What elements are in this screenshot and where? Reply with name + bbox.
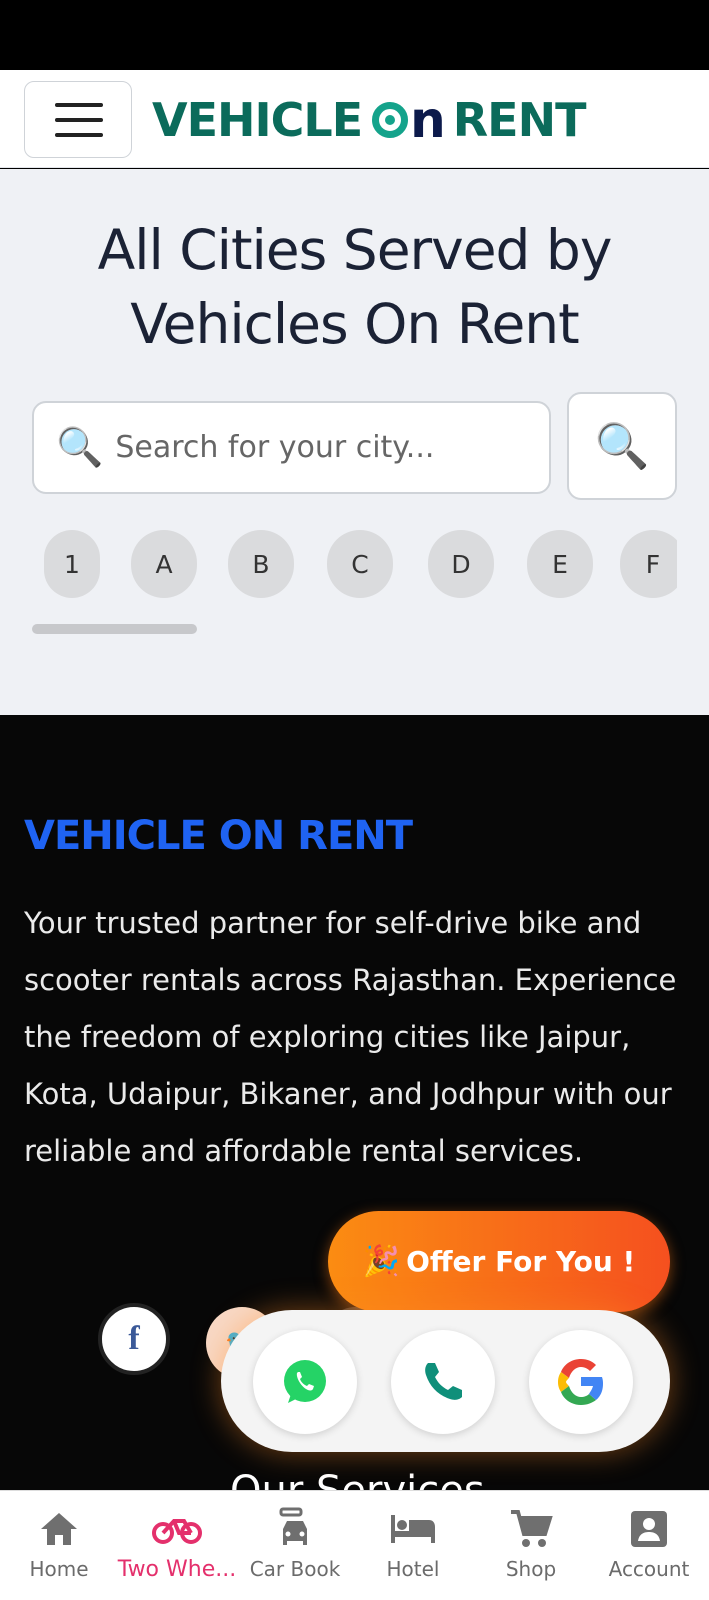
account-icon [629, 1507, 669, 1551]
hamburger-icon [55, 118, 103, 122]
bed-icon [389, 1507, 437, 1551]
letter-filter-a[interactable]: A [131, 530, 197, 598]
logo-on-mark: n [372, 91, 446, 149]
home-icon [37, 1507, 81, 1551]
letter-filter-1[interactable]: 1 [44, 530, 100, 598]
nav-hotel-label: Hotel [386, 1557, 440, 1581]
menu-button[interactable] [24, 81, 132, 158]
search-button[interactable]: 🔍 [567, 392, 677, 500]
nav-car-book[interactable]: Car Book [236, 1491, 354, 1600]
alphabet-filter: 1 A B C D E F [44, 530, 677, 600]
letter-filter-b[interactable]: B [228, 530, 294, 598]
whatsapp-button[interactable] [253, 1330, 357, 1434]
nav-two-wheeler-label: Two Whe... [117, 1557, 237, 1582]
status-bar [0, 0, 709, 70]
nav-home-label: Home [29, 1557, 89, 1581]
nav-two-wheeler[interactable]: Two Whe... [118, 1491, 236, 1600]
letter-filter-e[interactable]: E [527, 530, 593, 598]
letter-filter-f[interactable]: F [620, 530, 677, 598]
bottom-navigation: Home Two Whe... Car Book Hotel Shop Acco… [0, 1490, 709, 1600]
letter-filter-c[interactable]: C [327, 530, 393, 598]
nav-account[interactable]: Account [590, 1491, 708, 1600]
google-icon [558, 1359, 603, 1405]
hamburger-icon [55, 103, 103, 107]
nav-hotel[interactable]: Hotel [354, 1491, 472, 1600]
magnifier-icon: 🔍 [56, 425, 104, 469]
top-header: VEHICLE n RENT [0, 70, 709, 168]
magnifier-icon: 🔍 [594, 421, 650, 472]
footer-brand: VEHICLE ON RENT [24, 813, 413, 859]
car-icon [277, 1507, 313, 1551]
hamburger-icon [55, 133, 103, 137]
bike-icon [152, 1507, 202, 1551]
nav-home[interactable]: Home [0, 1491, 118, 1600]
phone-button[interactable] [391, 1330, 495, 1434]
city-search-box[interactable]: 🔍 [32, 401, 551, 494]
nav-shop-label: Shop [505, 1557, 557, 1581]
footer-about-text: Your trusted partner for self-drive bike… [24, 906, 677, 1168]
page-title: All Cities Served by Vehicles On Rent [97, 218, 613, 356]
facebook-icon[interactable]: f [98, 1303, 170, 1375]
letter-filter-d[interactable]: D [428, 530, 494, 598]
power-ring-icon [372, 102, 409, 138]
offer-label: Offer For You ! [406, 1245, 636, 1278]
logo-text-rent: RENT [452, 93, 587, 147]
city-search-input[interactable] [115, 430, 516, 465]
contact-actions [221, 1310, 670, 1452]
cart-icon [509, 1507, 553, 1551]
logo-text-vehicle: VEHICLE [152, 93, 363, 147]
party-popper-icon: 🎉 [362, 1244, 401, 1279]
nav-shop[interactable]: Shop [472, 1491, 590, 1600]
whatsapp-icon [284, 1360, 326, 1403]
site-logo[interactable]: VEHICLE n RENT [152, 90, 587, 150]
phone-icon [425, 1363, 462, 1400]
nav-account-label: Account [608, 1557, 690, 1581]
nav-car-book-label: Car Book [249, 1557, 341, 1581]
horizontal-scrollbar[interactable] [32, 624, 197, 634]
city-hero-section: All Cities Served by Vehicles On Rent 🔍 … [0, 169, 709, 715]
google-button[interactable] [529, 1330, 633, 1434]
logo-text-n: n [410, 91, 446, 149]
offer-button[interactable]: 🎉 Offer For You ! [328, 1211, 670, 1312]
